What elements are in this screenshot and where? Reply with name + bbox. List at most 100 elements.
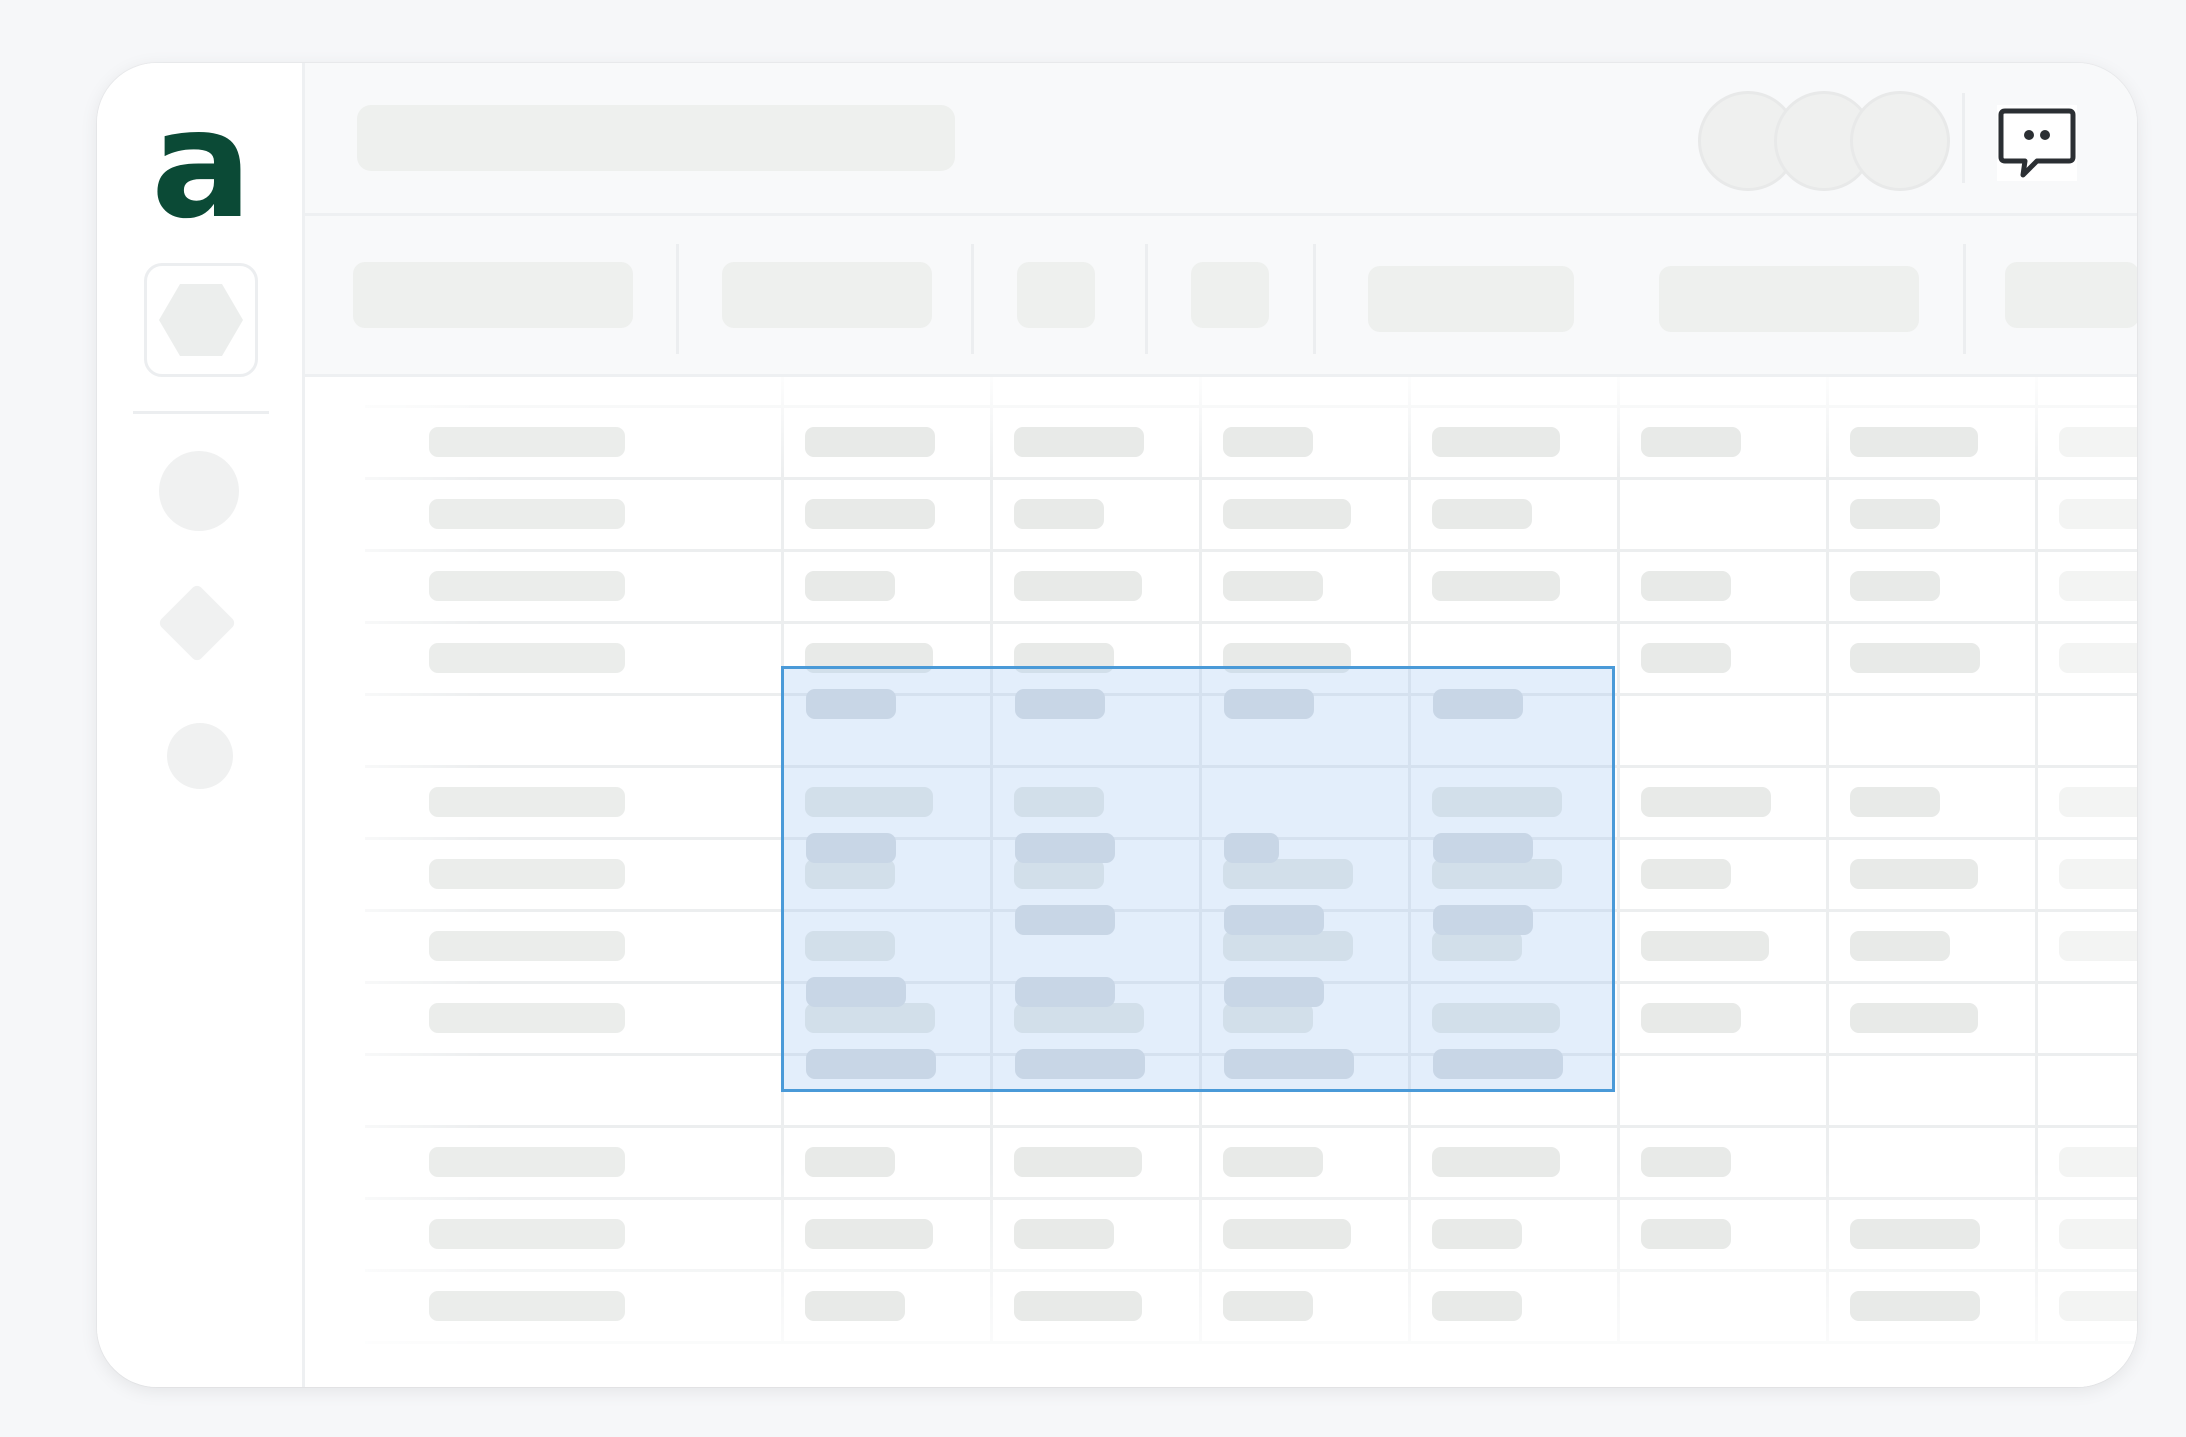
cell-placeholder[interactable] xyxy=(1641,1219,1731,1249)
selected-cell-placeholder[interactable] xyxy=(806,689,896,719)
chat-button[interactable] xyxy=(1997,105,2077,181)
toolbar-divider xyxy=(971,244,974,354)
cell-placeholder[interactable] xyxy=(1641,859,1731,889)
cell-placeholder[interactable] xyxy=(1432,1219,1522,1249)
cell-placeholder[interactable] xyxy=(1223,1291,1313,1321)
cell-placeholder[interactable] xyxy=(1850,1003,1978,1033)
cell-placeholder[interactable] xyxy=(1223,427,1313,457)
grid-row-line xyxy=(365,1341,2137,1344)
cell-selection-range[interactable] xyxy=(781,666,1615,1092)
cell-placeholder[interactable] xyxy=(2059,571,2137,601)
cell-placeholder[interactable] xyxy=(1014,1291,1142,1321)
avatar[interactable] xyxy=(1850,91,1950,191)
cell-placeholder[interactable] xyxy=(805,427,935,457)
topbar-divider xyxy=(1962,93,1965,183)
sidebar-item-dot-icon[interactable] xyxy=(167,723,233,789)
cell-placeholder[interactable] xyxy=(1014,1219,1114,1249)
toolbar-divider xyxy=(1145,244,1148,354)
selected-cell-placeholder[interactable] xyxy=(1015,689,1105,719)
cell-placeholder[interactable] xyxy=(1641,1003,1741,1033)
cell-placeholder[interactable] xyxy=(1223,1147,1323,1177)
selected-cell-placeholder[interactable] xyxy=(1224,833,1279,863)
cell-placeholder[interactable] xyxy=(805,571,895,601)
cell-placeholder[interactable] xyxy=(2059,643,2137,673)
toolbar-item-placeholder[interactable] xyxy=(1017,262,1095,328)
cell-placeholder[interactable] xyxy=(2059,1147,2137,1177)
cell-placeholder[interactable] xyxy=(2059,787,2137,817)
cell-placeholder[interactable] xyxy=(2059,931,2137,961)
selected-cell-placeholder[interactable] xyxy=(1224,905,1324,935)
cell-placeholder[interactable] xyxy=(1850,787,1940,817)
cell-placeholder[interactable] xyxy=(1850,1219,1980,1249)
cell-placeholder[interactable] xyxy=(1014,1147,1142,1177)
row-label-placeholder xyxy=(429,1003,625,1033)
selected-cell-placeholder[interactable] xyxy=(1015,977,1115,1007)
cell-placeholder[interactable] xyxy=(1432,427,1560,457)
cell-placeholder[interactable] xyxy=(1641,931,1769,961)
cell-placeholder[interactable] xyxy=(1432,571,1560,601)
cell-placeholder[interactable] xyxy=(1223,571,1323,601)
cell-placeholder[interactable] xyxy=(1850,427,1978,457)
cell-placeholder[interactable] xyxy=(1850,571,1940,601)
cell-placeholder[interactable] xyxy=(1850,859,1978,889)
cell-placeholder[interactable] xyxy=(2059,1219,2137,1249)
selected-cell-placeholder[interactable] xyxy=(806,977,906,1007)
selected-cell-placeholder[interactable] xyxy=(1015,1049,1145,1079)
selected-cell-placeholder[interactable] xyxy=(1015,905,1115,935)
sidebar-item-hexagon[interactable] xyxy=(144,263,258,377)
app-logo[interactable]: a xyxy=(151,90,252,240)
row-label-placeholder xyxy=(429,427,625,457)
row-label-placeholder xyxy=(429,1291,625,1321)
selected-cell-placeholder[interactable] xyxy=(1433,689,1523,719)
cell-placeholder[interactable] xyxy=(2059,427,2137,457)
cell-placeholder[interactable] xyxy=(2059,499,2137,529)
cell-placeholder[interactable] xyxy=(1432,1147,1560,1177)
cell-placeholder[interactable] xyxy=(1432,499,1532,529)
selected-cell-placeholder[interactable] xyxy=(806,1049,936,1079)
cell-placeholder[interactable] xyxy=(805,1219,933,1249)
cell-placeholder[interactable] xyxy=(1641,427,1741,457)
toolbar-item-placeholder[interactable] xyxy=(1368,266,1574,332)
cell-placeholder[interactable] xyxy=(1850,499,1940,529)
grid-column-line xyxy=(1617,377,1620,1343)
cell-placeholder[interactable] xyxy=(805,499,935,529)
selected-cell-placeholder[interactable] xyxy=(1433,905,1533,935)
cell-placeholder[interactable] xyxy=(1850,1291,1980,1321)
row-label-placeholder xyxy=(429,643,625,673)
row-label-placeholder xyxy=(429,859,625,889)
cell-placeholder[interactable] xyxy=(1223,1219,1351,1249)
cell-placeholder[interactable] xyxy=(1432,1291,1522,1321)
cell-placeholder[interactable] xyxy=(2059,1291,2137,1321)
toolbar-item-placeholder[interactable] xyxy=(722,262,932,328)
grid-row-line xyxy=(365,405,2137,408)
cell-placeholder[interactable] xyxy=(805,1147,895,1177)
cell-placeholder[interactable] xyxy=(1223,499,1351,529)
selected-cell-placeholder[interactable] xyxy=(806,833,896,863)
toolbar-item-placeholder[interactable] xyxy=(1191,262,1269,328)
cell-placeholder[interactable] xyxy=(1850,643,1980,673)
selected-cell-placeholder[interactable] xyxy=(1224,977,1324,1007)
cell-placeholder[interactable] xyxy=(2059,859,2137,889)
cell-placeholder[interactable] xyxy=(1014,499,1104,529)
cell-placeholder[interactable] xyxy=(1641,571,1731,601)
avatar-group[interactable] xyxy=(1698,91,1950,191)
row-label-placeholder xyxy=(429,931,625,961)
cell-placeholder[interactable] xyxy=(1850,931,1950,961)
selected-cell-placeholder[interactable] xyxy=(1015,833,1115,863)
toolbar-item-placeholder[interactable] xyxy=(353,262,633,328)
toolbar-item-placeholder[interactable] xyxy=(2005,262,2137,328)
selected-cell-placeholder[interactable] xyxy=(1433,1049,1563,1079)
cell-placeholder[interactable] xyxy=(805,1291,905,1321)
toolbar-item-placeholder[interactable] xyxy=(1659,266,1919,332)
cell-placeholder[interactable] xyxy=(1641,1147,1731,1177)
sidebar-item-diamond-icon[interactable] xyxy=(157,583,237,663)
selected-cell-placeholder[interactable] xyxy=(1224,1049,1354,1079)
sidebar-item-circle-icon[interactable] xyxy=(159,451,239,531)
cell-placeholder[interactable] xyxy=(1641,643,1731,673)
cell-placeholder[interactable] xyxy=(1641,787,1771,817)
selected-cell-placeholder[interactable] xyxy=(1433,833,1533,863)
topbar xyxy=(305,63,2137,216)
cell-placeholder[interactable] xyxy=(1014,427,1144,457)
selected-cell-placeholder[interactable] xyxy=(1224,689,1314,719)
cell-placeholder[interactable] xyxy=(1014,571,1142,601)
